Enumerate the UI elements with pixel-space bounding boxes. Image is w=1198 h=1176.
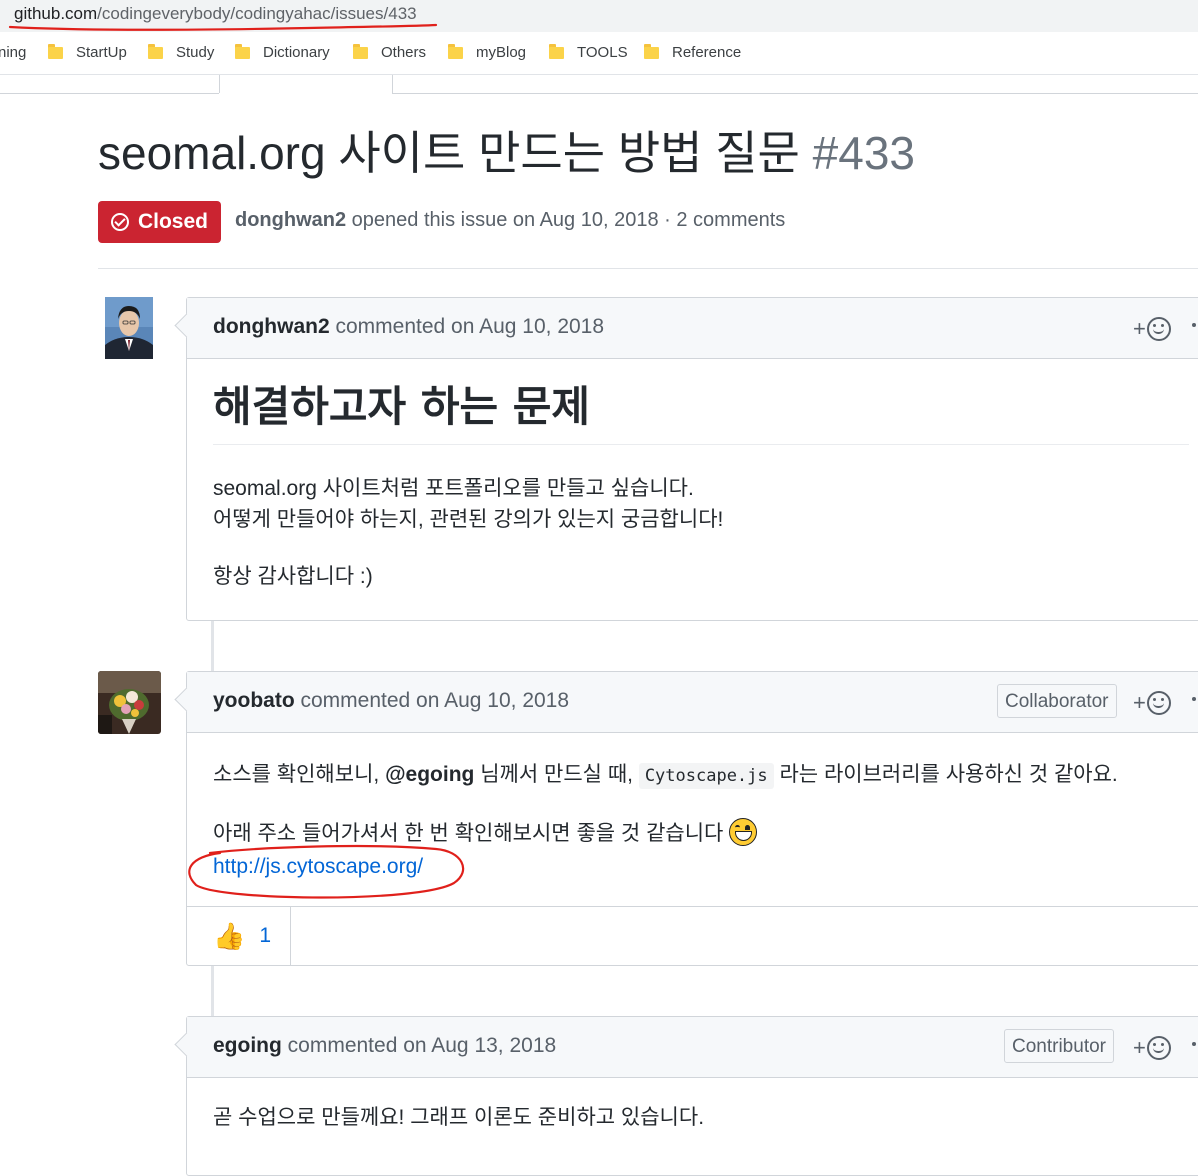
issue-number: #433 [812,127,915,179]
reactions-bar: 👍 1 [187,906,1198,965]
folder-icon [549,43,564,59]
folder-icon [448,43,463,59]
text: 라는 라이브러리를 사용하신 것 같아요. [773,763,1118,786]
bookmark-label: ning [0,44,27,61]
bookmark-folder-others[interactable]: Others [353,43,427,61]
comment-timestamp[interactable]: commented on Aug 10, 2018 [295,689,570,712]
bookmark-label: Others [381,44,427,61]
more-options-icon[interactable] [1192,697,1196,701]
smiley-icon [1146,1036,1171,1060]
comment-body: 곧 수업으로 만들께요! 그래프 이론도 준비하고 있습니다. [187,1102,1198,1133]
bookmark-label: StartUp [76,44,127,61]
reaction-count: 1 [259,924,272,947]
tab-edge-active [219,75,393,93]
red-circle-annotation [188,844,465,899]
comment-author-link[interactable]: egoing [213,1034,282,1057]
comment-card: donghwan2 commented on Aug 10, 2018 + 해결… [174,297,1198,621]
bookmark-label: Reference [672,44,742,61]
comment-line: 곧 수업으로 만들께요! 그래프 이론도 준비하고 있습니다. [213,1106,705,1129]
text: 님께서 만드실 때, [474,763,639,786]
comment-author-line: yoobato commented on Aug 10, 2018 [213,689,569,713]
repo-tabs-remnant [0,75,1198,94]
comment-line: seomal.org 사이트처럼 포트폴리오를 만들고 싶습니다. [213,476,694,500]
comment-header: egoing commented on Aug 13, 2018 Contrib… [174,1017,1198,1078]
add-reaction-button[interactable]: + [1133,690,1171,716]
comment-line: 항상 감사합니다 :) [213,564,373,588]
issue-meta-text: opened this issue on Aug 10, 2018 · 2 co… [346,209,786,231]
comment-line: 어떻게 만들어야 하는지, 관련된 강의가 있는지 궁금합니다! [213,507,724,531]
collaborator-badge: Collaborator [997,684,1117,718]
contributor-badge: Contributor [1004,1029,1114,1063]
comment-header: donghwan2 commented on Aug 10, 2018 + [174,298,1198,359]
thumbs-up-reaction-button[interactable]: 👍 1 [187,907,291,965]
bookmark-folder-dictionary[interactable]: Dictionary [235,43,330,61]
folder-icon [644,43,659,59]
avatar-yoobato[interactable] [98,671,161,734]
comment-author-line: donghwan2 commented on Aug 10, 2018 [213,315,604,339]
comment-author-line: egoing commented on Aug 13, 2018 [213,1034,556,1058]
issue-title-text: seomal.org 사이트 만드는 방법 질문 [98,127,800,179]
more-options-icon[interactable] [1192,1042,1196,1046]
add-reaction-button[interactable]: + [1133,1035,1171,1061]
comment-body: 해결하고자 하는 문제 seomal.org 사이트처럼 포트폴리오를 만들고 … [187,359,1198,592]
bookmark-folder-reference[interactable]: Reference [644,43,742,61]
issue-state-badge: Closed [98,201,221,243]
comment-caret [174,1032,199,1057]
comment-card: yoobato commented on Aug 10, 2018 Collab… [174,671,1198,966]
more-options-icon[interactable] [1192,323,1196,327]
add-reaction-button[interactable]: + [1133,316,1171,342]
user-mention-link[interactable]: @egoing [385,763,474,786]
issue-closed-icon [110,213,129,231]
smiley-icon [1146,317,1171,341]
issue-meta: donghwan2 opened this issue on Aug 10, 2… [235,209,785,232]
header-divider [98,268,1198,269]
issue-author-link[interactable]: donghwan2 [235,209,346,231]
address-bar[interactable]: github.com/codingeverybody/codingyahac/i… [0,0,1198,32]
issue-title: seomal.org 사이트 만드는 방법 질문 #433 [98,128,915,179]
comment-timestamp[interactable]: commented on Aug 10, 2018 [330,315,605,338]
tab-edge [0,75,219,94]
red-underline-annotation [8,23,438,31]
plus-icon: + [1133,1035,1146,1060]
bookmark-folder-startup[interactable]: StartUp [48,43,127,61]
avatar-donghwan2[interactable] [105,297,153,359]
folder-icon [353,43,368,59]
folder-icon [235,43,250,59]
comment-caret [174,687,199,712]
smiley-icon [1146,691,1171,715]
comment-heading: 해결하고자 하는 문제 [213,359,1189,445]
bookmark-folder-myblog[interactable]: myBlog [448,43,527,61]
comment-timestamp[interactable]: commented on Aug 13, 2018 [282,1034,557,1057]
issue-state-label: Closed [137,210,208,233]
thumbs-up-icon: 👍 [213,920,246,951]
bookmark-folder-study[interactable]: Study [148,43,215,61]
plus-icon: + [1133,690,1146,715]
bookmark-label: TOOLS [577,44,628,61]
grinning-face-icon [729,818,758,846]
tab-edge [392,75,1198,94]
comment-caret [174,313,199,338]
bookmark-folder-tools[interactable]: TOOLS [549,43,628,61]
bookmarks-bar: ning StartUp Study Dictionary Others myB… [0,32,1198,75]
bookmark-label: Study [176,44,215,61]
text: 소스를 확인해보니, [213,763,386,786]
comment-header: yoobato commented on Aug 10, 2018 Collab… [174,672,1198,733]
text: 아래 주소 들어가셔서 한 번 확인해보시면 좋을 것 같습니다 [213,822,724,845]
bookmark-label: Dictionary [263,44,330,61]
comment-card: egoing commented on Aug 13, 2018 Contrib… [174,1016,1198,1176]
folder-icon [48,43,63,59]
bookmark-label: myBlog [476,44,527,61]
comment-line: 소스를 확인해보니, @egoing 님께서 만드실 때, Cytoscape.… [213,759,1189,792]
comment-author-link[interactable]: donghwan2 [213,315,330,338]
folder-icon [148,43,163,59]
inline-code: Cytoscape.js [638,763,774,789]
comment-author-link[interactable]: yoobato [213,689,295,712]
bookmark-folder-ning[interactable]: ning [0,44,26,61]
plus-icon: + [1133,316,1146,341]
